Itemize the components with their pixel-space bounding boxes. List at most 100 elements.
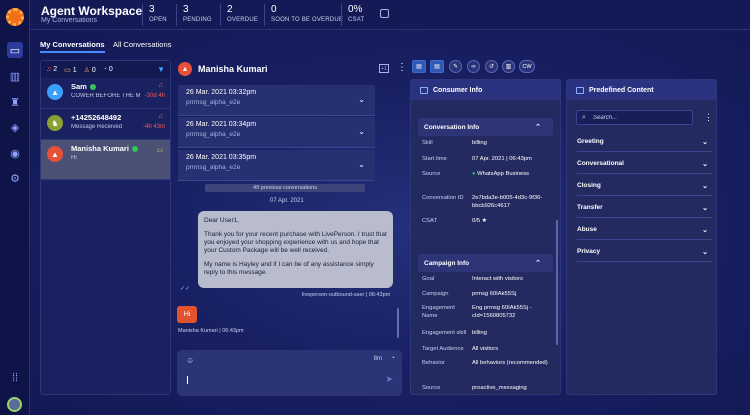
whatsapp-icon: [89, 84, 96, 91]
clock-icon[interactable]: ◔: [391, 355, 395, 362]
category-privacy[interactable]: Privacy ⌄: [577, 242, 712, 262]
left-nav: ▭ ▥ ♜ ◈ ◉ ⚙ ⁞⁞: [0, 0, 30, 415]
consumer-info-scrollbar[interactable]: [556, 220, 558, 345]
conversation-item[interactable]: ♞ +14252648492 Message Received ♫ -4h 43…: [41, 109, 170, 140]
conversation-item[interactable]: ▲ Sam COWER BEFORE THE M... ♫ -30d 4h: [41, 78, 170, 109]
consumer-avatar: ♞: [47, 115, 63, 131]
overdue-filter[interactable]: ♫ 2: [46, 66, 57, 73]
more-menu-icon[interactable]: ⋮: [704, 112, 713, 123]
chevron-down-icon: ⌄: [702, 182, 708, 190]
predefined-content-header: Predefined Content: [567, 80, 716, 100]
bell-icon: ♫: [157, 82, 163, 89]
whatsapp-icon: [131, 146, 138, 153]
chevron-down-icon: ⌄: [702, 160, 708, 168]
cw-button[interactable]: CW: [519, 60, 535, 73]
chevron-down-icon: ⌄: [702, 248, 708, 256]
last-message: COWER BEFORE THE M...: [71, 93, 141, 99]
previous-conversation[interactable]: 26 Mar. 2021 03:32pm prrmsg_alpha_e2e ⌄: [178, 85, 375, 116]
date-separator: 07 Apr. 2021: [270, 198, 304, 204]
last-message: Message Received: [71, 124, 123, 130]
notes-icon[interactable]: ▥: [502, 60, 515, 73]
consumer-info-header: Consumer Info: [411, 80, 560, 100]
history-icon[interactable]: ↺: [485, 60, 498, 73]
tab-my-conversations[interactable]: My Conversations: [40, 40, 105, 53]
category-closing[interactable]: Closing ⌄: [577, 176, 712, 196]
category-greeting[interactable]: Greeting ⌄: [577, 132, 712, 152]
response-timer: 8m: [373, 356, 382, 362]
bell-icon: ♫: [46, 66, 52, 73]
consumer-avatar: ▲: [178, 62, 192, 76]
chat-scrollbar[interactable]: [397, 308, 399, 338]
top-bar: Agent Workspace My Conversations 3 OPEN 3…: [30, 0, 750, 30]
previous-conversations-count[interactable]: 49 previous conversations: [205, 184, 365, 192]
chat-icon: ▭: [64, 66, 71, 74]
users-nav-icon[interactable]: ◉: [7, 145, 23, 161]
category-transfer[interactable]: Transfer ⌄: [577, 198, 712, 218]
predefined-search: ⌕: [576, 110, 693, 125]
chevron-down-icon: ⌄: [358, 160, 365, 169]
kpi-overdue[interactable]: 2 OVERDUE: [220, 4, 258, 26]
waiting-filter[interactable]: ▭ 1: [64, 66, 76, 74]
escalated-filter[interactable]: ♙ 0: [84, 66, 96, 74]
workspace-title: Agent Workspace: [41, 4, 143, 18]
emoji-icon[interactable]: ☺: [186, 356, 194, 365]
chevron-down-icon: ⌄: [702, 226, 708, 234]
consumer-info-panel: Consumer Info Conversation Info ⌃ Skill bi…: [410, 79, 561, 395]
conversation-time: -30d 4h: [144, 93, 165, 99]
message-composer[interactable]: ☺ 8m ◔ ➤: [177, 350, 402, 396]
conversation-info-rows: Skill billing Start time 07 Apr. 2021 | 06…: [422, 140, 543, 224]
consumer-avatar: ▲: [47, 84, 63, 100]
settings-nav-icon[interactable]: ⚙: [7, 170, 23, 186]
link-icon[interactable]: ∞: [467, 60, 480, 73]
expand-icon[interactable]: +1: [379, 64, 389, 73]
consumer-avatar: ▲: [47, 146, 63, 162]
category-conversational[interactable]: Conversational ⌄: [577, 154, 712, 174]
workspace-subtitle: My Conversations: [41, 17, 98, 24]
chat-panel: ▲ Manisha Kumari +1 ⋮ 26 Mar. 2021 03:32…: [175, 58, 407, 398]
previous-conversation[interactable]: 26 Mar. 2021 03:34pm prrmsg_alpha_e2e ⌄: [178, 117, 375, 148]
read-receipt-icon: ✓✓: [180, 286, 191, 292]
chat-header: ▲ Manisha Kumari +1 ⋮: [175, 58, 407, 80]
agent-avatar[interactable]: [7, 397, 22, 412]
chevron-down-icon: ⌄: [358, 95, 365, 104]
kpi-pending[interactable]: 3 PENDING: [176, 4, 212, 26]
customer-message-bubble: Hi: [177, 306, 197, 323]
edit-icon[interactable]: ✎: [449, 60, 462, 73]
kpi-csat[interactable]: 0% CSAT: [341, 4, 364, 26]
chat-bubble-icon: ▭: [156, 147, 163, 154]
user-icon: ♙: [83, 66, 90, 74]
kpi-open[interactable]: 3 OPEN: [142, 4, 167, 26]
apps-grid-icon[interactable]: ⁞⁞: [7, 370, 23, 386]
consumer-info-widget-icon[interactable]: ▤: [412, 60, 426, 73]
consumer-name: Manisha Kumari: [198, 64, 268, 74]
previous-conversation[interactable]: 26 Mar. 2021 03:35pm prrmsg_alpha_e2e ⌄: [178, 150, 375, 181]
bots-nav-icon[interactable]: ♜: [7, 94, 23, 110]
bell-icon: ♫: [157, 113, 163, 120]
info-icon: [420, 86, 428, 94]
collapse-kpi-icon[interactable]: [380, 9, 389, 18]
send-icon[interactable]: ➤: [385, 374, 393, 385]
campaign-info-section[interactable]: Campaign Info ⌃: [418, 254, 553, 272]
tab-all-conversations[interactable]: All Conversations: [113, 40, 171, 49]
paused-filter[interactable]: ◔ 0: [103, 66, 113, 73]
predefined-content-panel: Predefined Content ⌕ ⋮ Greeting⌄ Convers…: [566, 79, 717, 395]
chevron-up-icon: ⌃: [535, 124, 541, 131]
search-input[interactable]: [593, 113, 688, 123]
conversation-item-selected[interactable]: ▲ Manisha Kumari Hi ▭: [41, 140, 170, 180]
tags-nav-icon[interactable]: ◈: [7, 119, 23, 135]
filter-funnel-icon[interactable]: ▼: [157, 65, 165, 74]
chevron-down-icon: ⌄: [702, 138, 708, 146]
conversation-time: -4h 43m: [142, 124, 165, 130]
search-icon: ⌕: [582, 114, 586, 121]
category-abuse[interactable]: Abuse ⌄: [577, 220, 712, 240]
agent-message-meta: liveperson-outbound-user | 06:43pm: [302, 292, 391, 298]
agent-message-bubble: Dear User1, Thank you for your recent pu…: [198, 211, 393, 288]
more-menu-icon[interactable]: ⋮: [397, 62, 407, 73]
analytics-nav-icon[interactable]: ▥: [7, 68, 23, 84]
predefined-content-widget-icon[interactable]: ▤: [430, 60, 444, 73]
liveperson-logo-icon: [6, 8, 24, 26]
conversations-nav-icon[interactable]: ▭: [7, 42, 23, 58]
content-icon: [576, 86, 584, 94]
kpi-soon-overdue[interactable]: 0 SOON TO BE OVERDUE: [264, 4, 343, 26]
conversation-info-section[interactable]: Conversation Info ⌃: [418, 118, 553, 136]
